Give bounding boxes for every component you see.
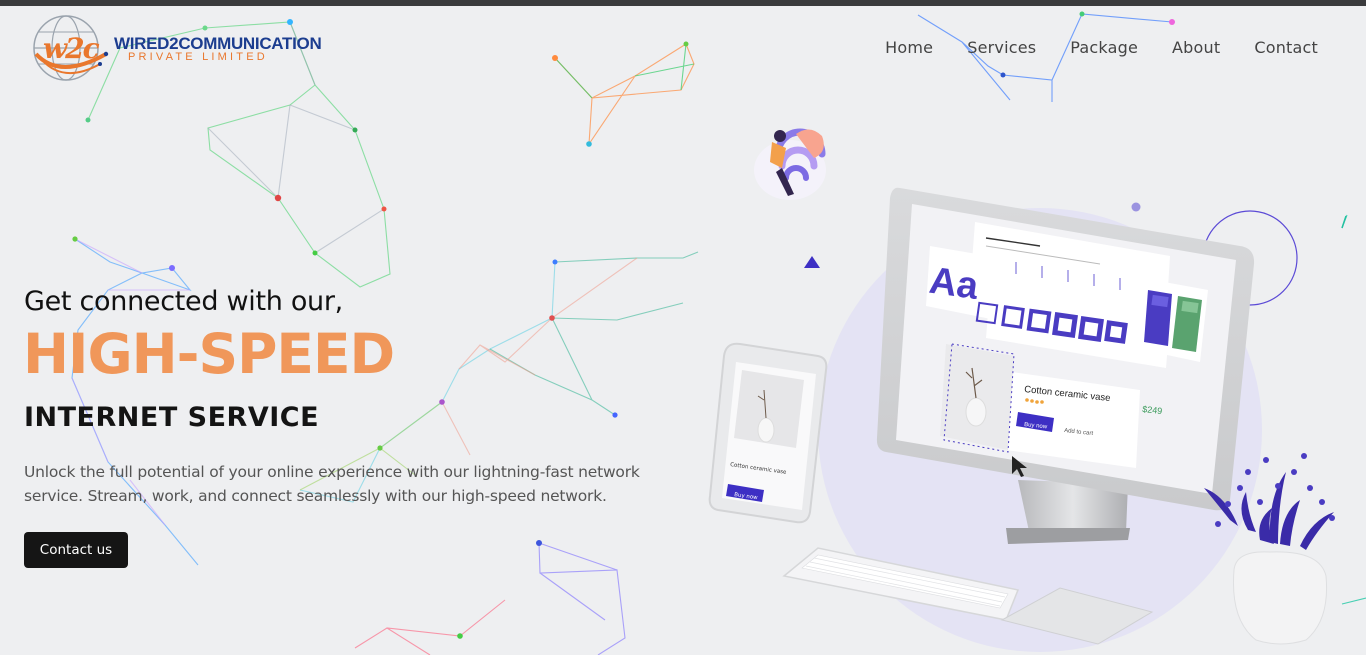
- nav-home[interactable]: Home: [885, 38, 933, 57]
- product-price: $249: [1142, 404, 1163, 416]
- triangle-icon: [804, 256, 820, 268]
- hero-headline: HIGH-SPEED: [23, 322, 395, 386]
- wifi-person-icon: [754, 128, 826, 200]
- brand-logo[interactable]: w2c WIRED2COMMUNICATION PRIVATE LIMITED: [30, 14, 322, 84]
- hero-subheadline: INTERNET SERVICE: [24, 402, 320, 433]
- logo-mark: w2c: [43, 32, 100, 65]
- hero-description: Unlock the full potential of your online…: [24, 463, 640, 505]
- nav-contact[interactable]: Contact: [1254, 38, 1318, 57]
- hero-illustration: Aa Cotton ceramic vase $249 Buy now Add …: [708, 128, 1347, 652]
- brand-subtitle: PRIVATE LIMITED: [128, 51, 268, 63]
- phone-illustration: Cotton ceramic vase Buy now: [708, 342, 828, 524]
- main-nav: Home Services Package About Contact: [885, 38, 1318, 57]
- nav-about[interactable]: About: [1172, 38, 1220, 57]
- aa-sample-text: Aa: [927, 260, 982, 308]
- contact-us-button[interactable]: Contact us: [24, 532, 128, 568]
- hero-intro: Get connected with our,: [24, 286, 343, 317]
- nav-services[interactable]: Services: [967, 38, 1036, 57]
- nav-package[interactable]: Package: [1070, 38, 1138, 57]
